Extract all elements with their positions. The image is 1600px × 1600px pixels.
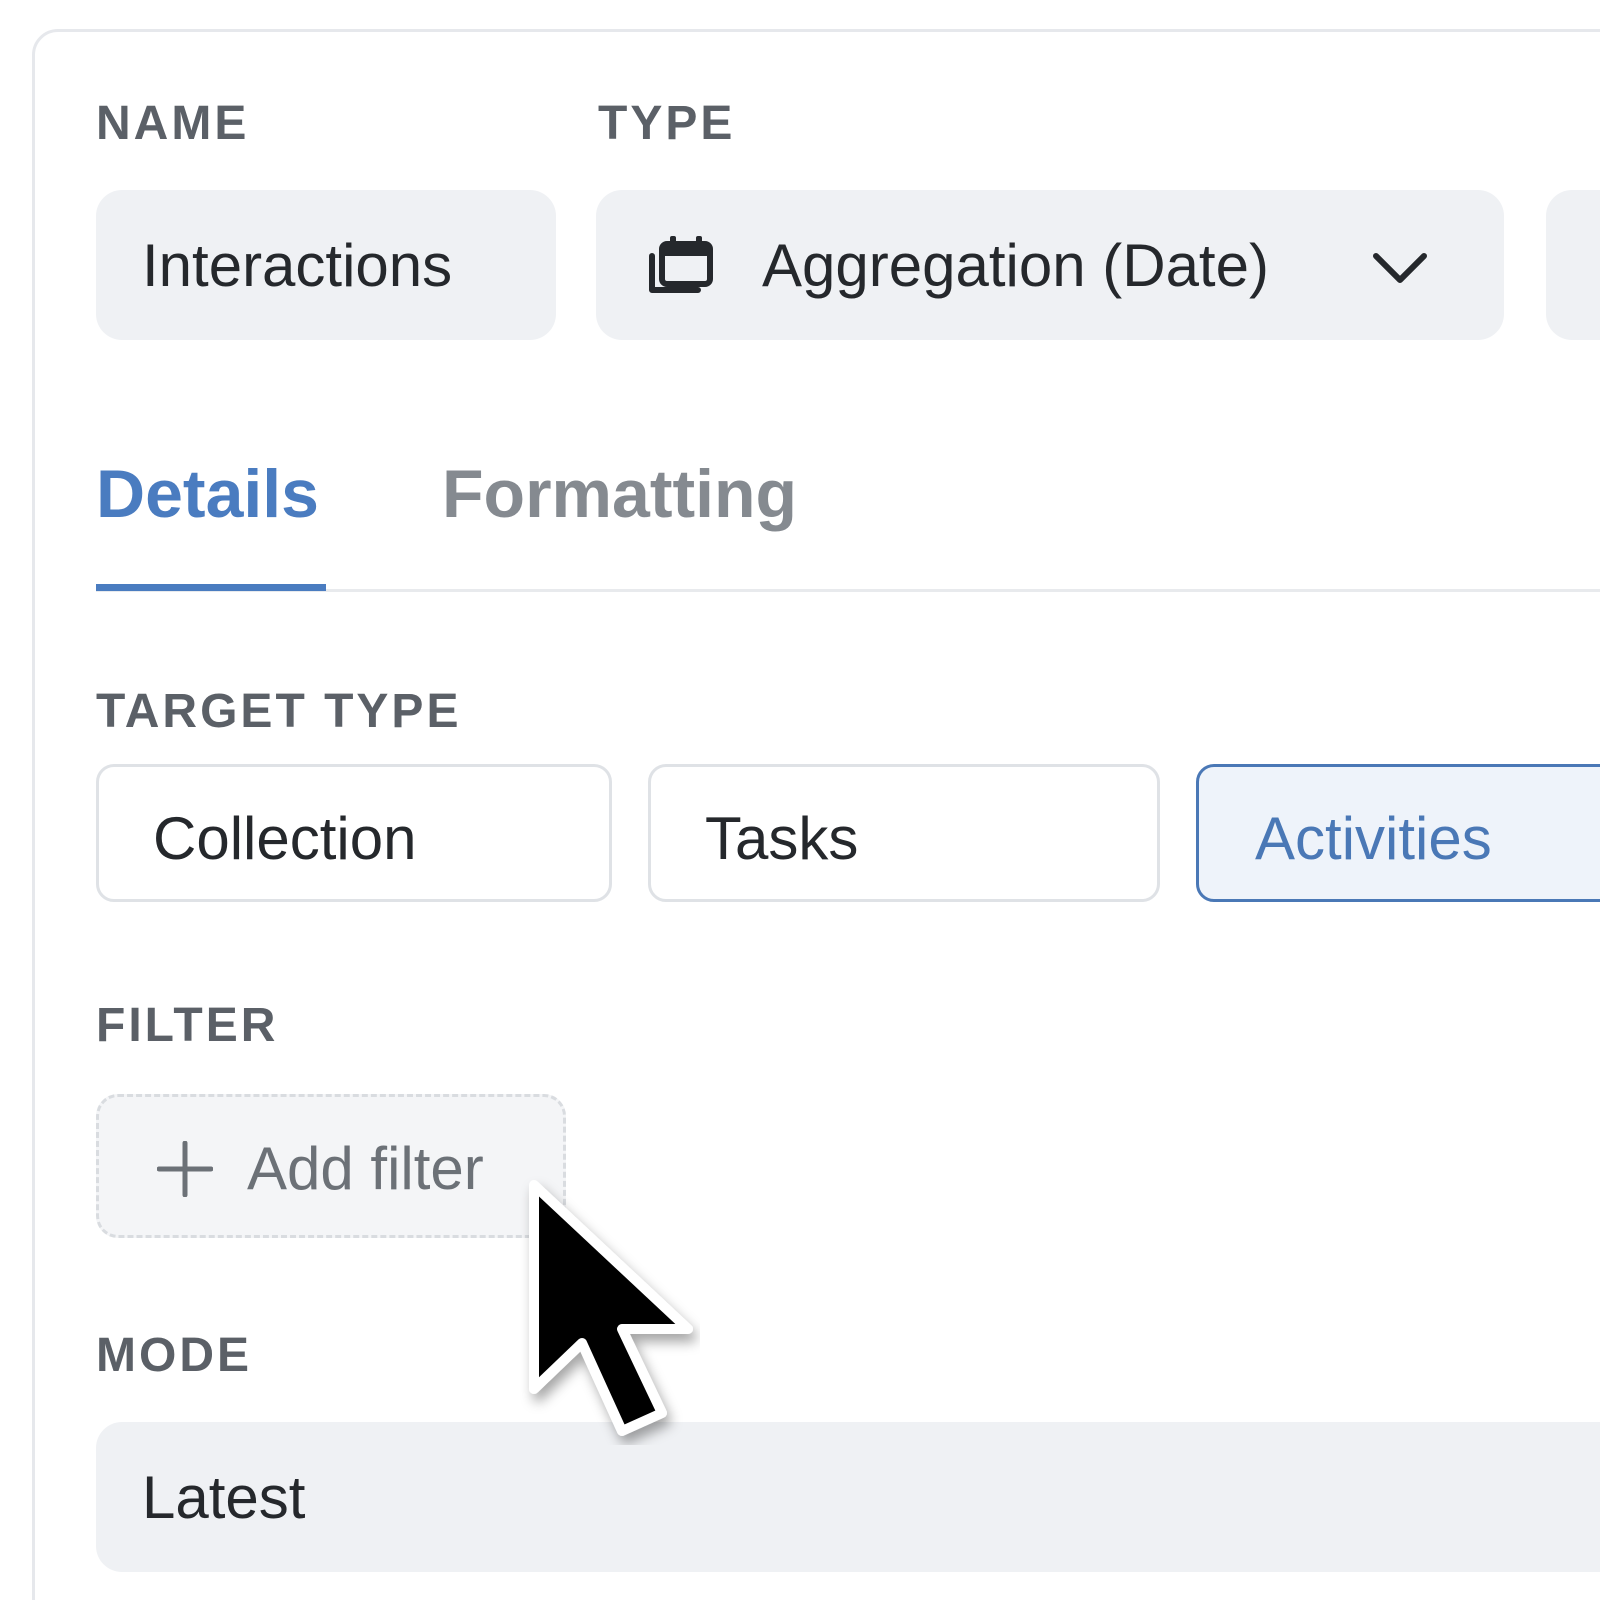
option-label: Tasks — [705, 805, 859, 872]
plus-icon — [156, 1140, 214, 1198]
target-type-label: TARGET TYPE — [96, 685, 462, 738]
stage: NAME Interactions TYPE Aggregation (Date… — [0, 0, 1600, 1600]
mode-select-value: Latest — [142, 1464, 306, 1531]
next-field[interactable] — [1546, 190, 1600, 340]
mode-select[interactable]: Latest — [96, 1422, 1600, 1572]
calendar-stack-icon — [648, 234, 714, 296]
name-input-value: Interactions — [142, 232, 453, 299]
add-filter-label: Add filter — [247, 1135, 484, 1202]
mode-label: MODE — [96, 1329, 252, 1382]
tab-details[interactable]: Details — [96, 460, 319, 528]
option-label: Activities — [1255, 805, 1492, 872]
filter-label: FILTER — [96, 999, 279, 1052]
type-label: TYPE — [598, 97, 736, 150]
tab-formatting[interactable]: Formatting — [442, 460, 797, 528]
target-type-option-activities[interactable]: Activities — [1196, 764, 1600, 902]
active-tab-indicator — [96, 584, 326, 591]
name-label: NAME — [96, 97, 250, 150]
mouse-pointer-icon — [520, 1175, 700, 1445]
add-filter-button[interactable]: Add filter — [96, 1094, 566, 1238]
target-type-option-tasks[interactable]: Tasks — [648, 764, 1160, 902]
chevron-down-icon — [1372, 250, 1428, 284]
type-select-value: Aggregation (Date) — [762, 232, 1269, 299]
target-type-option-collection[interactable]: Collection — [96, 764, 612, 902]
name-input[interactable]: Interactions — [96, 190, 556, 340]
option-label: Collection — [153, 805, 417, 872]
type-select[interactable]: Aggregation (Date) — [596, 190, 1504, 340]
